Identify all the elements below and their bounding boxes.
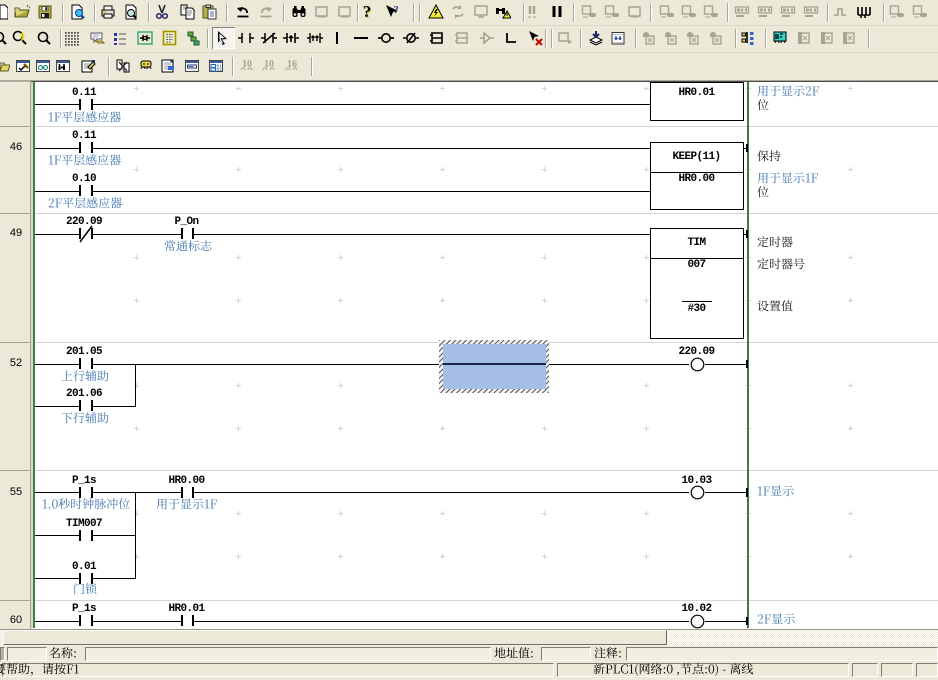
- svg-text:?: ?: [393, 4, 399, 16]
- svg-text:02: 02: [217, 67, 223, 73]
- svg-text:?: ?: [363, 4, 372, 20]
